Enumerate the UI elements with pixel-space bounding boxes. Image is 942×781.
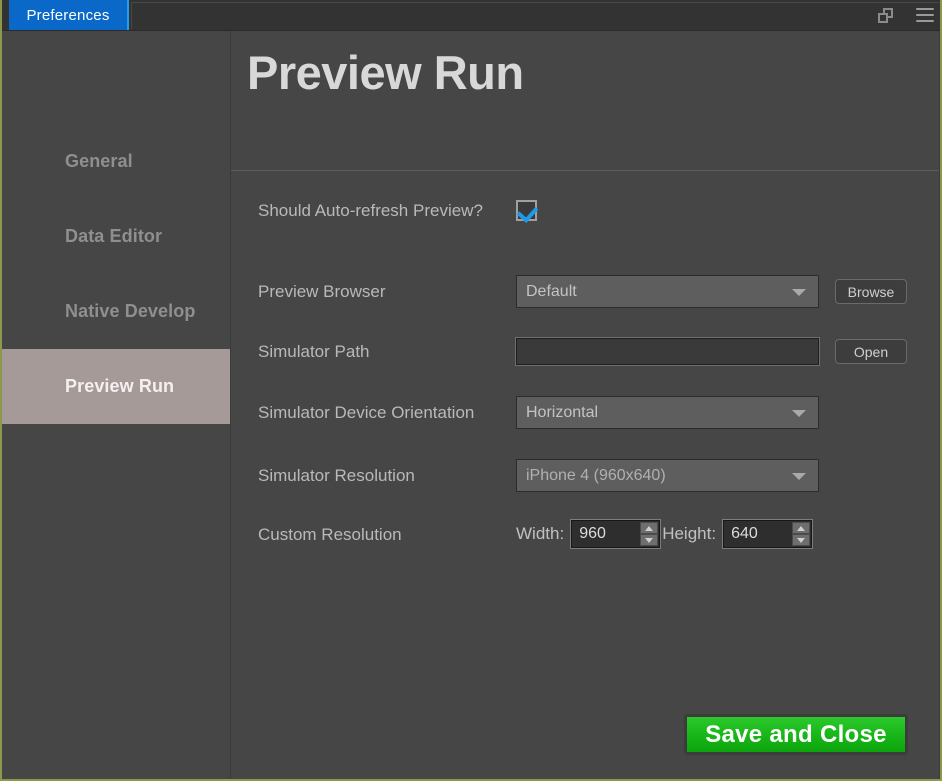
sidebar-item-general-label: General <box>65 151 133 172</box>
browse-button-label: Browse <box>848 284 895 300</box>
row-preview-browser: Preview Browser Default Browse <box>258 275 927 308</box>
width-decrement-button[interactable] <box>640 534 658 546</box>
height-value: 640 <box>724 525 758 543</box>
check-icon <box>517 201 539 223</box>
sidebar-item-preview-run[interactable]: Preview Run <box>2 349 230 424</box>
device-orientation-select[interactable]: Horizontal <box>516 396 819 429</box>
simulator-path-label: Simulator Path <box>258 341 516 362</box>
auto-refresh-checkbox[interactable] <box>516 200 537 221</box>
simulator-resolution-label: Simulator Resolution <box>258 465 516 486</box>
device-orientation-value: Horizontal <box>526 404 598 422</box>
menu-button[interactable] <box>914 4 936 26</box>
page-title: Preview Run <box>247 45 524 100</box>
browse-button[interactable]: Browse <box>835 279 907 304</box>
triangle-down-icon <box>645 538 653 543</box>
titlebar-icon-group <box>874 0 936 30</box>
simulator-path-input[interactable] <box>516 338 819 365</box>
sidebar: General Data Editor Native Develop Previ… <box>2 31 231 779</box>
triangle-up-icon <box>797 526 805 531</box>
width-stepper[interactable]: 960 <box>571 520 660 548</box>
preview-browser-select[interactable]: Default <box>516 275 819 308</box>
tab-preferences[interactable]: Preferences <box>9 0 129 30</box>
preferences-window: Preferences General Data Editor <box>0 0 942 781</box>
chevron-down-icon <box>792 289 806 296</box>
width-label: Width: <box>516 524 564 544</box>
content-panel: Preview Run Should Auto-refresh Preview?… <box>231 31 940 779</box>
height-increment-button[interactable] <box>792 522 810 534</box>
custom-resolution-label: Custom Resolution <box>258 524 516 545</box>
height-stepper-buttons <box>792 522 810 546</box>
restore-windows-icon <box>878 8 893 23</box>
hamburger-menu-icon <box>916 8 934 22</box>
row-auto-refresh: Should Auto-refresh Preview? <box>258 200 927 221</box>
height-label: Height: <box>662 524 716 544</box>
simulator-resolution-value: iPhone 4 (960x640) <box>526 467 666 485</box>
open-button[interactable]: Open <box>835 339 907 364</box>
width-increment-button[interactable] <box>640 522 658 534</box>
simulator-resolution-select[interactable]: iPhone 4 (960x640) <box>516 459 819 492</box>
sidebar-item-data-editor[interactable]: Data Editor <box>2 199 230 274</box>
sidebar-item-data-editor-label: Data Editor <box>65 226 162 247</box>
row-simulator-path: Simulator Path Open <box>258 338 927 365</box>
sidebar-item-general[interactable]: General <box>2 124 230 199</box>
save-and-close-label: Save and Close <box>705 721 887 749</box>
preferences-form: Should Auto-refresh Preview? Preview Bro… <box>231 170 939 779</box>
row-simulator-resolution: Simulator Resolution iPhone 4 (960x640) <box>258 459 927 492</box>
triangle-up-icon <box>645 526 653 531</box>
height-stepper[interactable]: 640 <box>723 520 812 548</box>
auto-refresh-label: Should Auto-refresh Preview? <box>258 200 516 221</box>
tabstrip-empty-area <box>131 2 942 29</box>
preview-browser-label: Preview Browser <box>258 281 516 302</box>
save-and-close-button[interactable]: Save and Close <box>684 714 908 755</box>
row-device-orientation: Simulator Device Orientation Horizontal <box>258 396 927 429</box>
chevron-down-icon <box>792 410 806 417</box>
chevron-down-icon <box>792 473 806 480</box>
preview-browser-value: Default <box>526 283 577 301</box>
height-decrement-button[interactable] <box>792 534 810 546</box>
titlebar: Preferences <box>2 0 942 31</box>
sidebar-item-preview-run-label: Preview Run <box>65 376 174 397</box>
width-stepper-buttons <box>640 522 658 546</box>
sidebar-item-native-develop[interactable]: Native Develop <box>2 274 230 349</box>
window-body: General Data Editor Native Develop Previ… <box>2 31 940 779</box>
open-button-label: Open <box>854 344 888 360</box>
restore-windows-button[interactable] <box>874 4 896 26</box>
row-custom-resolution: Custom Resolution Width: 960 Height: 640 <box>258 520 927 548</box>
sidebar-item-native-develop-label: Native Develop <box>65 301 195 322</box>
tab-preferences-label: Preferences <box>26 7 109 24</box>
device-orientation-label: Simulator Device Orientation <box>258 402 516 423</box>
triangle-down-icon <box>797 538 805 543</box>
width-value: 960 <box>572 525 606 543</box>
